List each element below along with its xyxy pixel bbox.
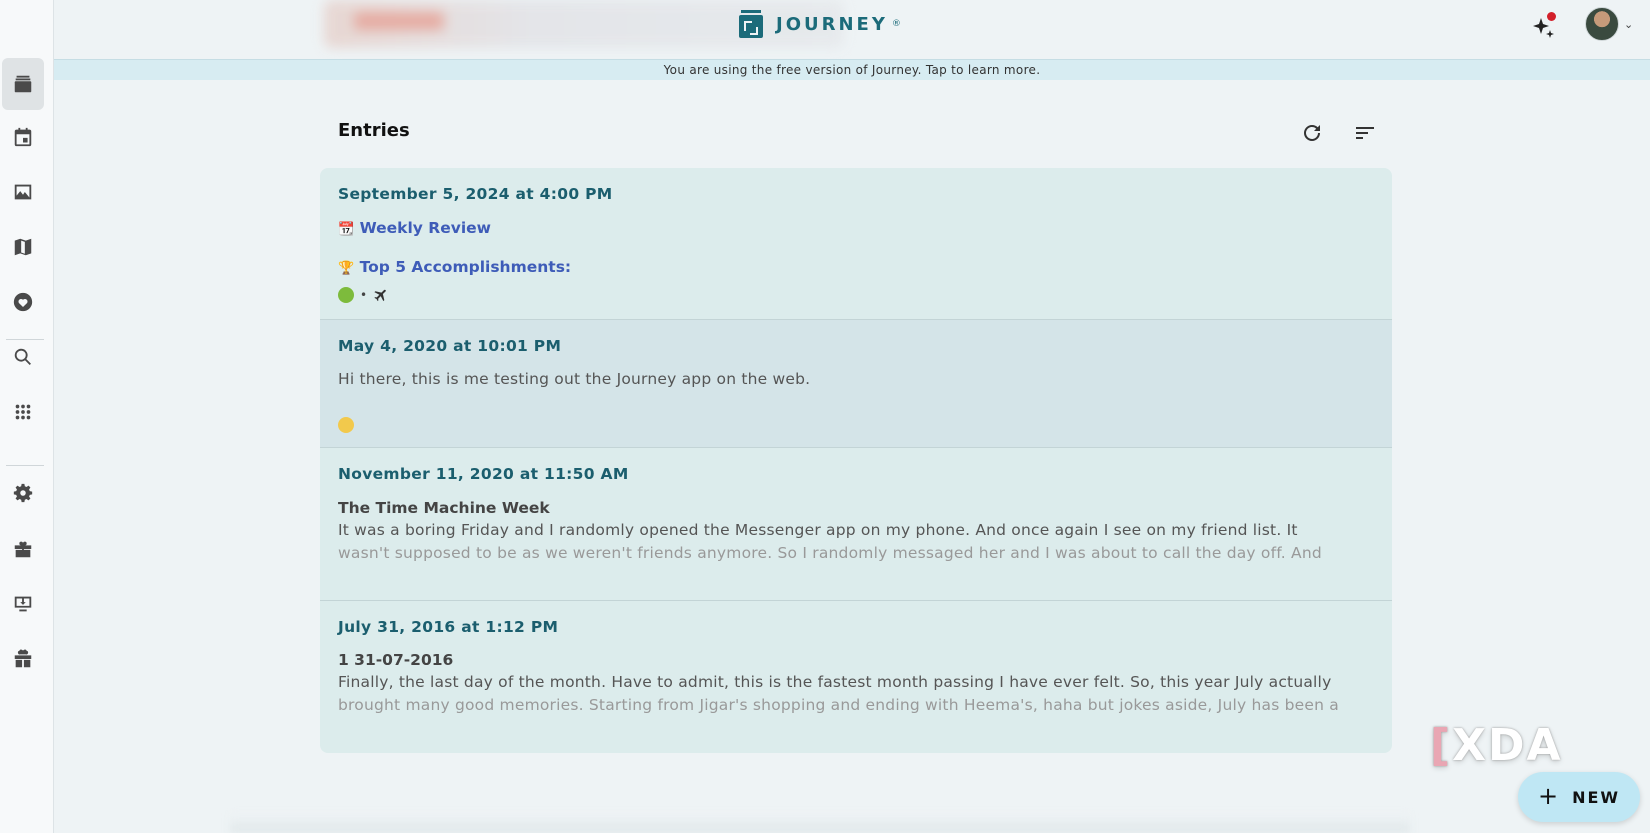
new-entry-label: NEW — [1572, 787, 1621, 807]
free-version-text: You are using the free version of Journe… — [663, 63, 1041, 77]
mood-happy-icon — [338, 287, 354, 303]
entry-date: November 11, 2020 at 11:50 AM — [338, 465, 629, 483]
sidebar-item-journal[interactable] — [2, 58, 44, 110]
entry-text: Hi there, this is me testing out the Jou… — [338, 370, 811, 388]
sidebar-item-sale[interactable] — [2, 523, 44, 575]
photos-icon — [14, 184, 32, 200]
sidebar — [0, 0, 54, 833]
entry-card[interactable]: July 31, 2016 at 1:12 PM 1 31-07-2016 Fi… — [320, 601, 1392, 753]
avatar[interactable] — [1585, 7, 1619, 41]
journey-logo-icon — [739, 10, 763, 38]
meta-separator: • — [360, 288, 368, 302]
heart-icon — [13, 292, 33, 312]
sidebar-item-download[interactable] — [2, 578, 44, 630]
journal-icon — [14, 75, 32, 93]
entry-title: 1 31-07-2016 — [338, 651, 454, 669]
entry-card[interactable]: September 5, 2024 at 4:00 PM 📆 Weekly Re… — [320, 168, 1392, 320]
entry-card[interactable]: November 11, 2020 at 11:50 AM The Time M… — [320, 448, 1392, 601]
chevron-down-icon[interactable]: ⌄ — [1624, 18, 1633, 31]
sidebar-item-photos[interactable] — [2, 166, 44, 218]
entry-text: Finally, the last day of the month. Have… — [338, 673, 1332, 691]
entry-date: May 4, 2020 at 10:01 PM — [338, 337, 562, 355]
sidebar-item-apps[interactable] — [2, 386, 44, 438]
mood-neutral-icon — [338, 417, 354, 433]
sidebar-item-calendar[interactable] — [2, 111, 44, 163]
trophy-emoji-icon: 🏆 — [338, 261, 355, 276]
registered-mark: ® — [891, 19, 901, 29]
sidebar-item-search[interactable] — [2, 331, 44, 383]
sale-icon — [14, 541, 32, 558]
sidebar-item-settings[interactable] — [2, 467, 44, 519]
sidebar-item-favorites[interactable] — [2, 276, 44, 328]
entry-meta: • — [338, 287, 389, 303]
free-version-banner[interactable]: You are using the free version of Journe… — [54, 59, 1650, 80]
airplane-icon — [374, 289, 386, 302]
ai-sparkle-button[interactable] — [1530, 12, 1558, 40]
calendar-icon — [14, 127, 32, 147]
app-name: JOURNEY — [776, 13, 888, 35]
entry-card[interactable]: May 4, 2020 at 10:01 PM Hi there, this i… — [320, 320, 1392, 448]
entry-title: The Time Machine Week — [338, 499, 550, 517]
download-icon — [14, 596, 32, 612]
entry-heading: 📆 Weekly Review — [338, 219, 491, 237]
gift-icon — [14, 649, 32, 668]
map-icon — [14, 238, 32, 256]
entry-subheading: 🏆 Top 5 Accomplishments: — [338, 258, 572, 276]
entry-date: September 5, 2024 at 4:00 PM — [338, 185, 613, 203]
sidebar-divider — [6, 465, 44, 466]
sort-icon[interactable] — [1353, 121, 1377, 145]
notification-dot — [1547, 12, 1556, 21]
entry-date: July 31, 2016 at 1:12 PM — [338, 618, 559, 636]
xda-watermark: [XDA — [1430, 720, 1563, 771]
bottom-shadow — [230, 815, 1410, 833]
new-entry-button[interactable]: + NEW — [1518, 772, 1640, 822]
gear-icon — [13, 483, 33, 503]
entry-text-faded: brought many good memories. Starting fro… — [338, 696, 1339, 714]
page-title: Entries — [338, 120, 410, 141]
calendar-emoji-icon: 📆 — [338, 222, 355, 237]
top-header: JOURNEY ® ⌄ — [54, 0, 1650, 60]
refresh-icon[interactable] — [1300, 121, 1324, 145]
plus-icon: + — [1537, 781, 1561, 810]
sidebar-item-gift[interactable] — [2, 633, 44, 685]
entries-list: September 5, 2024 at 4:00 PM 📆 Weekly Re… — [320, 168, 1392, 753]
search-icon — [14, 348, 31, 365]
sidebar-item-map[interactable] — [2, 221, 44, 273]
apps-icon — [15, 404, 31, 420]
entry-text-faded: wasn't supposed to be as we weren't frie… — [338, 544, 1322, 562]
app-logo: JOURNEY ® — [738, 10, 901, 38]
entry-text: It was a boring Friday and I randomly op… — [338, 521, 1298, 539]
